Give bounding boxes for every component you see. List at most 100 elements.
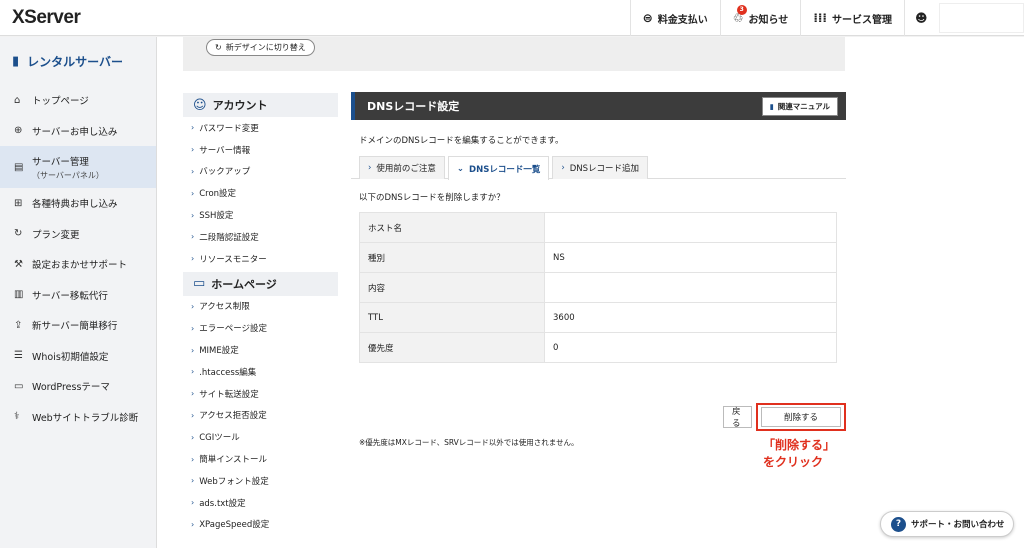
person-icon: ☺ [193, 97, 207, 113]
menu-item-label: CGIツール [199, 433, 240, 444]
menu-item-resource-monitor[interactable]: › リソースモニター [183, 248, 338, 270]
row-value: NS [544, 242, 837, 273]
menu-item-password[interactable]: › パスワード変更 [183, 117, 338, 139]
sidebar-item-trouble-diagnosis[interactable]: ⚕ Webサイトトラブル診断 [0, 402, 156, 433]
menu-item-2fa[interactable]: › 二段階認証設定 [183, 226, 338, 248]
chevron-right-icon: › [191, 323, 195, 333]
chevron-down-icon: ⌄ [456, 163, 465, 174]
menu-item-label: MIME設定 [199, 346, 239, 357]
service-management-button[interactable]: ⁞⁞⁞ サービス管理 [800, 0, 904, 36]
sidebar-item-wordpress-theme[interactable]: ▭ WordPressテーマ [0, 371, 156, 402]
menu-item-ssh[interactable]: › SSH設定 [183, 204, 338, 226]
account-name-box [938, 3, 1024, 33]
chevron-right-icon: › [191, 188, 195, 198]
menu-item-cgi-tools[interactable]: › CGIツール [183, 426, 338, 448]
menu-section-title: ホームページ [211, 277, 277, 291]
sidebar-title-label: レンタルサーバー [27, 54, 124, 69]
menu-item-access-deny[interactable]: › アクセス拒否設定 [183, 405, 338, 427]
menu-item-mime[interactable]: › MIME設定 [183, 339, 338, 361]
menu-item-label: パスワード変更 [199, 123, 259, 134]
sidebar: ▮ レンタルサーバー ⌂ トップページ ⊕ サーバーお申し込み ▤ サーバー管理 （サー… [0, 37, 157, 548]
tab-precautions[interactable]: › 使用前のご注意 [359, 156, 445, 179]
payment-label: 料金支払い [657, 14, 708, 26]
menu-item-easy-install[interactable]: › 簡単インストール [183, 448, 338, 470]
home-icon: ⌂ [14, 94, 21, 106]
menu-item-label: エラーページ設定 [199, 324, 268, 335]
dns-record-panel: DNSレコード設定 ▮ 関連マニュアル ドメインのDNSレコードを編集することが… [351, 92, 846, 469]
chevron-right-icon: › [191, 454, 195, 464]
sidebar-item-whois[interactable]: ☰ Whois初期値設定 [0, 341, 156, 372]
notification-badge: 3 [736, 5, 747, 15]
sidebar-item-server-management[interactable]: ▤ サーバー管理 （サーバーパネル） [0, 146, 156, 188]
notifications-button[interactable]: ♲ 3 お知らせ [719, 0, 801, 36]
menu-item-label: 二段階認証設定 [199, 232, 259, 243]
delete-button[interactable]: 削除する [761, 407, 841, 427]
sidebar-item-plan-change[interactable]: ↻ プラン変更 [0, 219, 156, 250]
switch-design-button[interactable]: ↻ 新デザインに切り替え [206, 39, 315, 56]
row-value [544, 272, 837, 303]
refresh-icon: ↻ [14, 228, 23, 240]
menu-item-error-page[interactable]: › エラーページ設定 [183, 317, 338, 339]
sidebar-item-setup-support[interactable]: ⚒ 設定おまかせサポート [0, 249, 156, 280]
chevron-right-icon: › [191, 166, 195, 176]
user-icon: ☻ [915, 11, 928, 25]
payment-button[interactable]: ⊜ 料金支払い [629, 0, 720, 36]
menu-item-label: XPageSpeed設定 [199, 520, 270, 531]
menu-item-label: SSH設定 [199, 211, 234, 222]
menu-item-xpagespeed[interactable]: › XPageSpeed設定 [183, 514, 338, 536]
xserver-logo[interactable]: XServer [12, 7, 81, 29]
sidebar-item-benefits[interactable]: ⊞ 各種特典お申し込み [0, 188, 156, 219]
sidebar-item-migration[interactable]: ▥ サーバー移転代行 [0, 280, 156, 311]
sidebar-item-easy-migration[interactable]: ⇪ 新サーバー簡単移行 [0, 310, 156, 341]
sidebar-item-top[interactable]: ⌂ トップページ [0, 85, 156, 116]
row-value [544, 212, 837, 243]
menu-item-label: サーバー情報 [199, 145, 251, 156]
dns-tabs: › 使用前のご注意 ⌄ DNSレコード一覧 › DNSレコード追加 [351, 156, 846, 180]
chevron-right-icon: › [191, 432, 195, 442]
menu-item-cron[interactable]: › Cron設定 [183, 182, 338, 204]
menu-item-redirect[interactable]: › サイト転送設定 [183, 383, 338, 405]
switch-design-label: 新デザインに切り替え [225, 43, 306, 52]
chevron-right-icon: › [191, 301, 195, 311]
support-contact-button[interactable]: ? サポート・お問い合わせ [880, 511, 1014, 537]
chevron-right-icon: › [191, 145, 195, 155]
service-management-label: サービス管理 [832, 14, 892, 26]
chevron-right-icon: › [191, 389, 195, 399]
server-icon: ▮ [12, 53, 20, 69]
back-button[interactable]: 戻る [723, 406, 752, 429]
main-content: ↻ 新デザインに切り替え ☺ アカウント › パスワード変更 › サーバー情報 › バ… [157, 37, 1024, 548]
account-menu[interactable]: ☻ [904, 0, 1024, 36]
menu-item-access-restriction[interactable]: › アクセス制限 [183, 296, 338, 318]
sidebar-title[interactable]: ▮ レンタルサーバー [0, 37, 156, 85]
menu-item-label: Webフォント設定 [199, 476, 269, 487]
chevron-right-icon: › [191, 123, 195, 133]
wrench-icon: ⚒ [14, 258, 23, 270]
menu-item-web-font[interactable]: › Webフォント設定 [183, 470, 338, 492]
tab-label: DNSレコード一覧 [469, 164, 541, 175]
menu-item-htaccess[interactable]: › .htaccess編集 [183, 361, 338, 383]
question-icon: ? [891, 516, 906, 532]
chevron-right-icon: › [191, 498, 195, 508]
panel-header: DNSレコード設定 ▮ 関連マニュアル [351, 92, 846, 120]
menu-item-backup[interactable]: › バックアップ [183, 161, 338, 183]
sidebar-item-label: プラン変更 [32, 229, 80, 241]
chevron-right-icon: › [368, 163, 372, 173]
sidebar-item-server-apply[interactable]: ⊕ サーバーお申し込み [0, 116, 156, 147]
chevron-right-icon: › [191, 232, 195, 242]
yen-icon: ⊜ [642, 11, 653, 25]
sidebar-item-label: サーバー管理 [32, 156, 89, 168]
row-label: 内容 [359, 272, 545, 303]
menu-item-label: バックアップ [199, 167, 251, 178]
server-panel-menu: ☺ アカウント › パスワード変更 › サーバー情報 › バックアップ › Cron設定… [183, 93, 338, 535]
delete-confirm-text: 以下のDNSレコードを削除しますか？ [359, 193, 505, 203]
menu-item-label: サイト転送設定 [199, 389, 259, 400]
tab-record-list[interactable]: ⌄ DNSレコード一覧 [447, 156, 550, 180]
related-manual-button[interactable]: ▮ 関連マニュアル [761, 96, 838, 116]
menu-item-ads-txt[interactable]: › ads.txt設定 [183, 492, 338, 514]
page-title: DNSレコード設定 [367, 100, 460, 113]
menu-item-server-info[interactable]: › サーバー情報 [183, 139, 338, 161]
menu-section-account: ☺ アカウント [183, 93, 338, 117]
tab-record-add[interactable]: › DNSレコード追加 [552, 156, 649, 179]
row-label: TTL [359, 302, 545, 333]
delete-button-highlight: 削除する [756, 403, 846, 431]
